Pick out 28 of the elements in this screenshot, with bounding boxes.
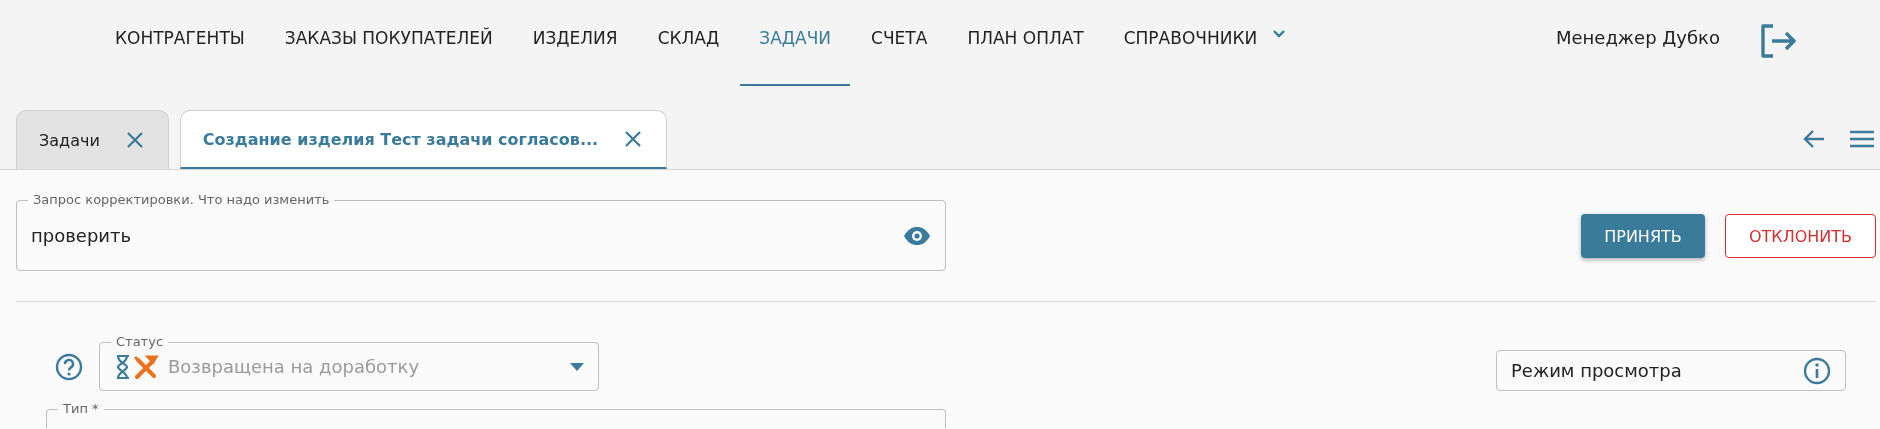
logout-icon[interactable] (1760, 24, 1798, 58)
reject-button[interactable]: ОТКЛОНИТЬ (1725, 214, 1876, 258)
nav-link[interactable]: ЗАКАЗЫ ПОКУПАТЕЛЕЙ (265, 0, 512, 86)
nav-link[interactable]: ПЛАН ОПЛАТ (948, 0, 1103, 86)
close-icon[interactable] (125, 131, 144, 149)
help-icon[interactable] (55, 353, 83, 381)
nav-link[interactable]: ИЗДЕЛИЯ (513, 0, 637, 86)
field-value: проверить (31, 225, 133, 246)
dropdown-arrow-icon[interactable] (570, 362, 584, 371)
status-icons-drawing (114, 353, 160, 380)
field-label: Запрос корректировки. Что надо изменить (28, 192, 335, 208)
field-value: Возвращена на доработку (168, 356, 421, 377)
accept-button[interactable]: ПРИНЯТЬ (1581, 214, 1705, 258)
field-label: Статус (111, 334, 169, 350)
nav-link[interactable]: СЧЕТА (852, 0, 947, 86)
user-name: Менеджер Дубко (1555, 27, 1720, 48)
back-arrow-icon[interactable] (1802, 129, 1826, 149)
tab[interactable]: Задачи (16, 110, 169, 169)
field-value: Режим просмотра (1511, 360, 1683, 381)
nav-menu[interactable]: СПРАВОЧНИКИ (1104, 0, 1307, 86)
menu-icon[interactable] (1850, 130, 1874, 148)
nav-link[interactable]: КОНТРАГЕНТЫ (96, 0, 264, 86)
nav-link[interactable]: СКЛАД (638, 0, 739, 86)
eye-icon[interactable] (903, 225, 931, 246)
tab[interactable]: Создание изделия Тест задачи согласов... (179, 110, 668, 169)
chevron-down-icon (1271, 28, 1288, 40)
close-icon[interactable] (624, 130, 643, 148)
info-icon (1803, 356, 1831, 385)
